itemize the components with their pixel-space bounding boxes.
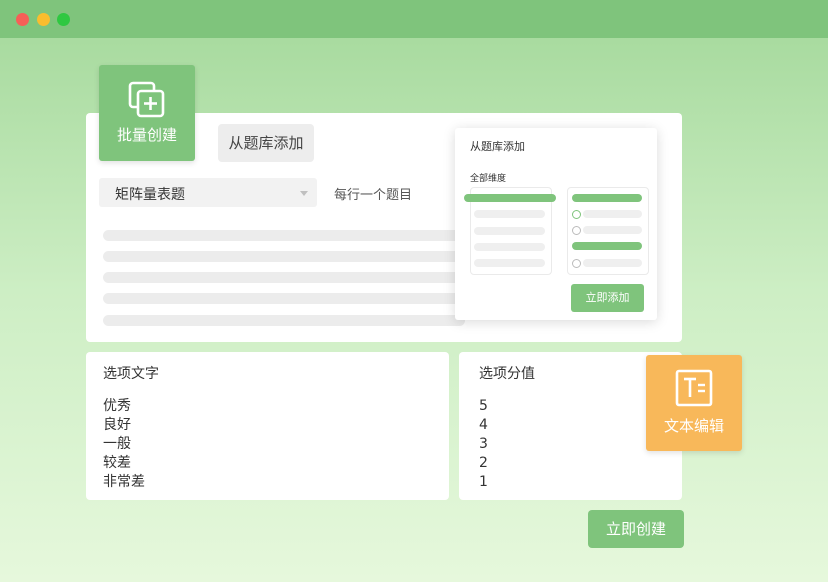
option-text-list[interactable]: 优秀 良好 一般 较差 非常差 xyxy=(103,397,145,492)
minimize-window-button[interactable] xyxy=(37,13,50,26)
question-line-placeholder xyxy=(103,251,465,262)
list-item: 较差 xyxy=(103,455,131,471)
dimension-item-selected[interactable] xyxy=(464,194,556,202)
list-item: 3 xyxy=(479,436,488,452)
list-item: 优秀 xyxy=(103,398,131,414)
question-line-placeholder xyxy=(103,272,465,283)
list-item: 非常差 xyxy=(103,474,145,490)
question-line-placeholder xyxy=(103,293,465,304)
question-type-value: 矩阵量表题 xyxy=(115,187,185,203)
question-group-header xyxy=(572,194,642,202)
add-now-button[interactable]: 立即添加 xyxy=(571,284,644,312)
popup-subtitle: 全部维度 xyxy=(470,174,507,184)
dimension-item[interactable] xyxy=(474,243,545,251)
batch-create-tab[interactable]: 批量创建 xyxy=(99,65,195,161)
option-score-list[interactable]: 5 4 3 2 1 xyxy=(479,397,488,492)
text-edit-tab[interactable]: 文本编辑 xyxy=(646,355,742,451)
input-hint: 每行一个题目 xyxy=(334,188,413,203)
create-now-button[interactable]: 立即创建 xyxy=(588,510,684,548)
list-item: 良好 xyxy=(103,417,131,433)
tab-add-from-library[interactable]: 从题库添加 xyxy=(218,124,314,162)
close-window-button[interactable] xyxy=(16,13,29,26)
popup-title: 从题库添加 xyxy=(470,140,525,153)
library-popup: 从题库添加 全部维度 立即添加 xyxy=(455,128,657,320)
list-item: 2 xyxy=(479,455,488,471)
batch-create-label: 批量创建 xyxy=(116,126,177,144)
chevron-down-icon xyxy=(300,191,308,196)
window-titlebar xyxy=(0,0,828,38)
question-type-select[interactable]: 矩阵量表题 xyxy=(99,178,317,207)
question-item[interactable] xyxy=(583,226,642,234)
dimension-item[interactable] xyxy=(474,259,545,267)
list-item: 4 xyxy=(479,417,488,433)
question-line-placeholder xyxy=(103,315,465,326)
question-radio[interactable] xyxy=(572,226,581,235)
question-item[interactable] xyxy=(583,259,642,267)
maximize-window-button[interactable] xyxy=(57,13,70,26)
dimension-item[interactable] xyxy=(474,227,545,235)
copy-add-icon xyxy=(128,81,165,118)
list-item: 5 xyxy=(479,398,488,414)
question-line-placeholder xyxy=(103,230,465,241)
question-item[interactable] xyxy=(583,210,642,218)
option-text-title: 选项文字 xyxy=(103,366,159,382)
text-edit-label: 文本编辑 xyxy=(663,417,724,435)
dimension-item[interactable] xyxy=(474,210,545,218)
option-text-card: 选项文字 优秀 良好 一般 较差 非常差 xyxy=(86,352,449,500)
text-edit-icon xyxy=(675,369,713,407)
option-score-title: 选项分值 xyxy=(479,366,535,382)
question-radio[interactable] xyxy=(572,210,581,219)
question-group-header xyxy=(572,242,642,250)
question-radio[interactable] xyxy=(572,259,581,268)
list-item: 一般 xyxy=(103,436,131,452)
list-item: 1 xyxy=(479,474,488,490)
